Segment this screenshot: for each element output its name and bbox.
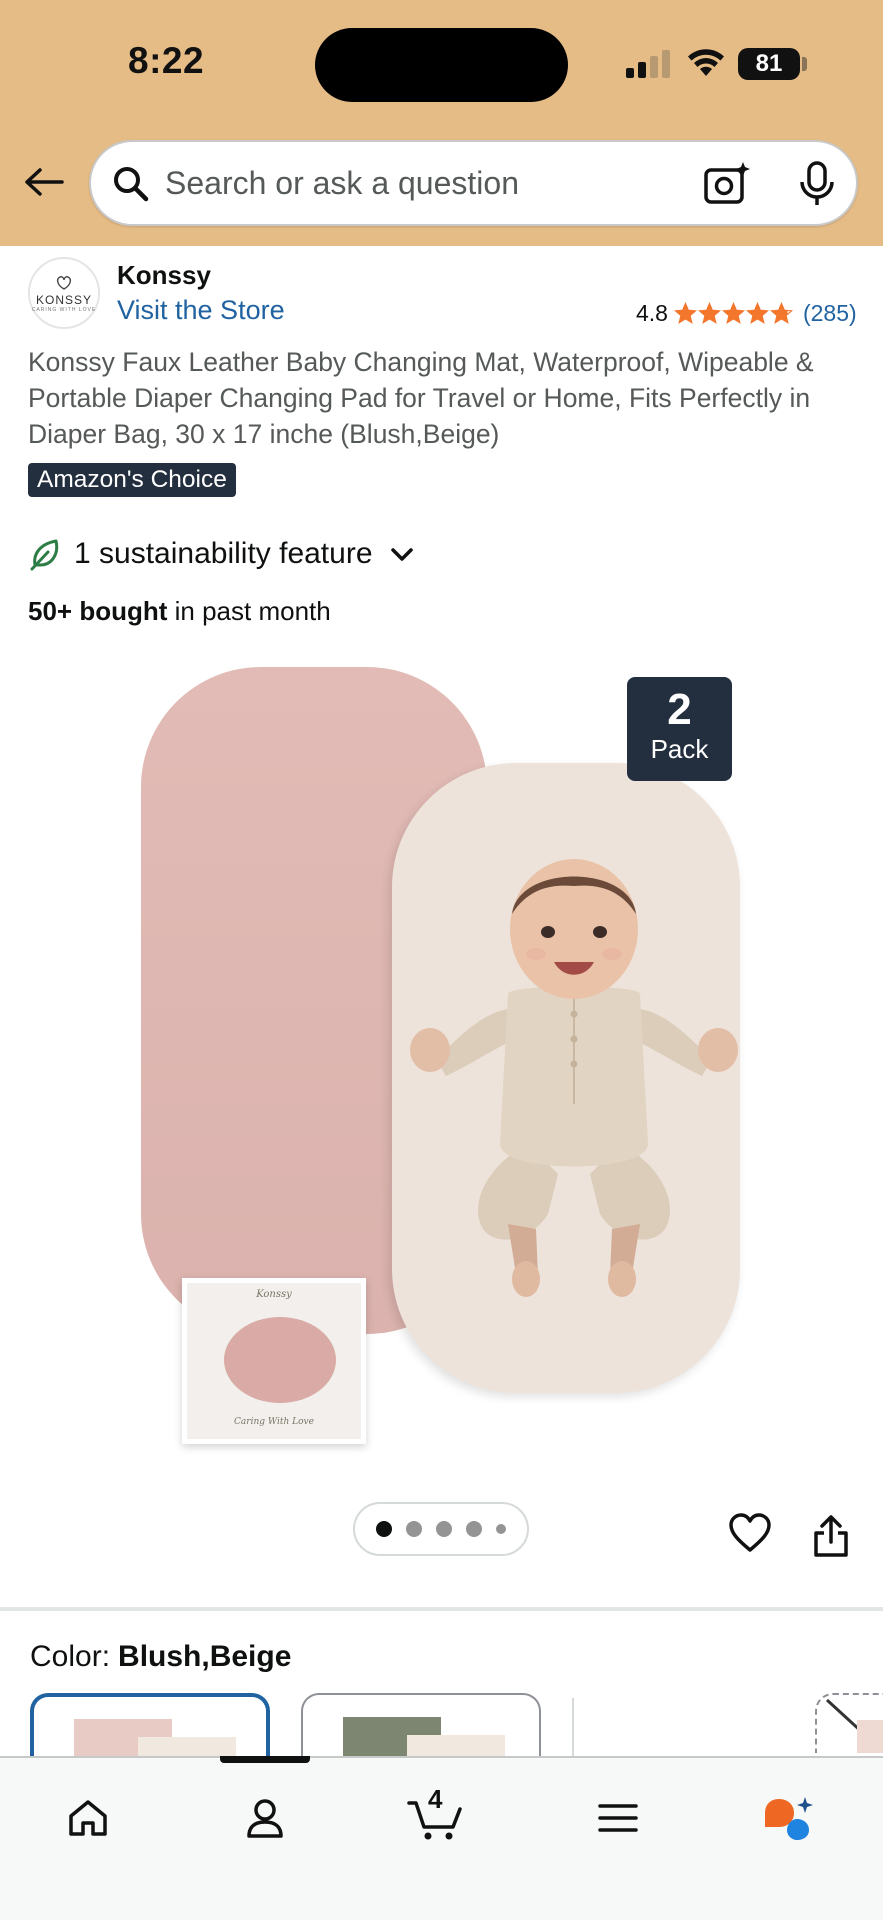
purchase-count-bold: 50+ bought xyxy=(28,596,168,626)
color-label: Color: Blush,Beige xyxy=(30,1640,291,1674)
share-icon[interactable] xyxy=(812,1514,850,1558)
top-header: 8:22 81 xyxy=(0,0,883,246)
box-caption-text: Caring With Love xyxy=(234,1417,314,1427)
search-input[interactable] xyxy=(165,160,685,206)
star-rating xyxy=(673,301,793,325)
packaging-box: Konssy Caring With Love xyxy=(182,1278,366,1444)
purchase-count-rest: in past month xyxy=(167,596,331,626)
battery-indicator: 81 xyxy=(738,48,800,80)
carousel-dot[interactable] xyxy=(496,1524,506,1534)
brand-logo-text: KONSSY xyxy=(35,293,92,307)
rating-summary[interactable]: 4.8 (285) xyxy=(636,298,857,328)
carousel-dot[interactable] xyxy=(466,1521,482,1537)
carousel-dot[interactable] xyxy=(376,1521,392,1537)
tab-profile[interactable] xyxy=(235,1788,295,1848)
rufus-chat-icon xyxy=(765,1797,813,1840)
star-icon xyxy=(721,301,745,324)
box-brand-text: Konssy xyxy=(256,1289,292,1300)
menu-icon xyxy=(598,1804,638,1832)
purchase-count: 50+ bought in past month xyxy=(28,596,331,627)
rating-count[interactable]: (285) xyxy=(803,300,857,327)
star-icon xyxy=(697,301,721,324)
tab-rufus-assistant[interactable] xyxy=(758,1788,818,1848)
home-icon xyxy=(69,1800,107,1836)
wishlist-heart-icon[interactable] xyxy=(728,1512,772,1554)
back-button[interactable] xyxy=(22,160,66,204)
sustainability-label: 1 sustainability feature xyxy=(74,537,373,570)
status-time: 8:22 xyxy=(128,40,205,81)
active-tab-indicator xyxy=(220,1756,310,1763)
brand-name: Konssy xyxy=(117,260,211,290)
box-window xyxy=(224,1317,336,1403)
pack-word: Pack xyxy=(650,734,709,764)
baby-illustration xyxy=(410,859,738,1297)
unavailable-slash-icon xyxy=(825,1698,883,1753)
konssy-logo-icon xyxy=(56,276,72,290)
carousel-dot[interactable] xyxy=(436,1521,452,1537)
search-bar[interactable] xyxy=(89,140,858,226)
tab-cart[interactable]: 4 xyxy=(406,1784,466,1848)
color-label-prefix: Color: xyxy=(30,1640,111,1673)
pack-number: 2 xyxy=(667,685,692,734)
tab-home[interactable] xyxy=(58,1788,118,1848)
back-arrow-icon xyxy=(25,168,64,196)
product-title: Konssy Faux Leather Baby Changing Mat, W… xyxy=(28,347,814,449)
brand-logo[interactable]: KONSSY CARING WITH LOVE xyxy=(28,257,100,329)
dynamic-island xyxy=(315,28,568,102)
chevron-down-icon xyxy=(390,548,413,561)
bottom-tab-bar: 4 xyxy=(0,1756,883,1920)
battery-nub xyxy=(802,57,807,71)
rating-value: 4.8 xyxy=(636,299,668,326)
search-icon xyxy=(114,167,149,202)
cart-count: 4 xyxy=(428,1784,443,1814)
star-icon xyxy=(769,301,793,324)
carousel-dot[interactable] xyxy=(406,1521,422,1537)
pack-badge: 2 Pack xyxy=(627,677,732,781)
cellular-signal-icon xyxy=(626,50,670,78)
visit-store-link[interactable]: Visit the Store xyxy=(117,295,285,326)
microphone-icon[interactable] xyxy=(797,160,837,208)
tab-menu[interactable] xyxy=(588,1788,648,1848)
star-icon xyxy=(673,301,697,324)
amazons-choice-badge: Amazon's Choice xyxy=(28,463,236,497)
swatch-separator xyxy=(572,1698,574,1758)
user-icon xyxy=(247,1799,283,1838)
brand-logo-tagline: CARING WITH LOVE xyxy=(31,307,97,313)
image-carousel-dots[interactable] xyxy=(353,1502,529,1556)
leaf-icon xyxy=(30,539,59,571)
product-image[interactable]: 2 Pack Konssy Caring With Love xyxy=(0,640,883,1480)
camera-search-icon[interactable] xyxy=(703,160,751,206)
selected-color-name: Blush,Beige xyxy=(118,1640,292,1673)
wifi-icon xyxy=(688,49,724,76)
color-swatch-more[interactable] xyxy=(815,1693,883,1753)
section-divider xyxy=(0,1607,883,1611)
sustainability-toggle[interactable]: 1 sustainability feature xyxy=(28,534,417,574)
star-icon xyxy=(745,301,769,324)
